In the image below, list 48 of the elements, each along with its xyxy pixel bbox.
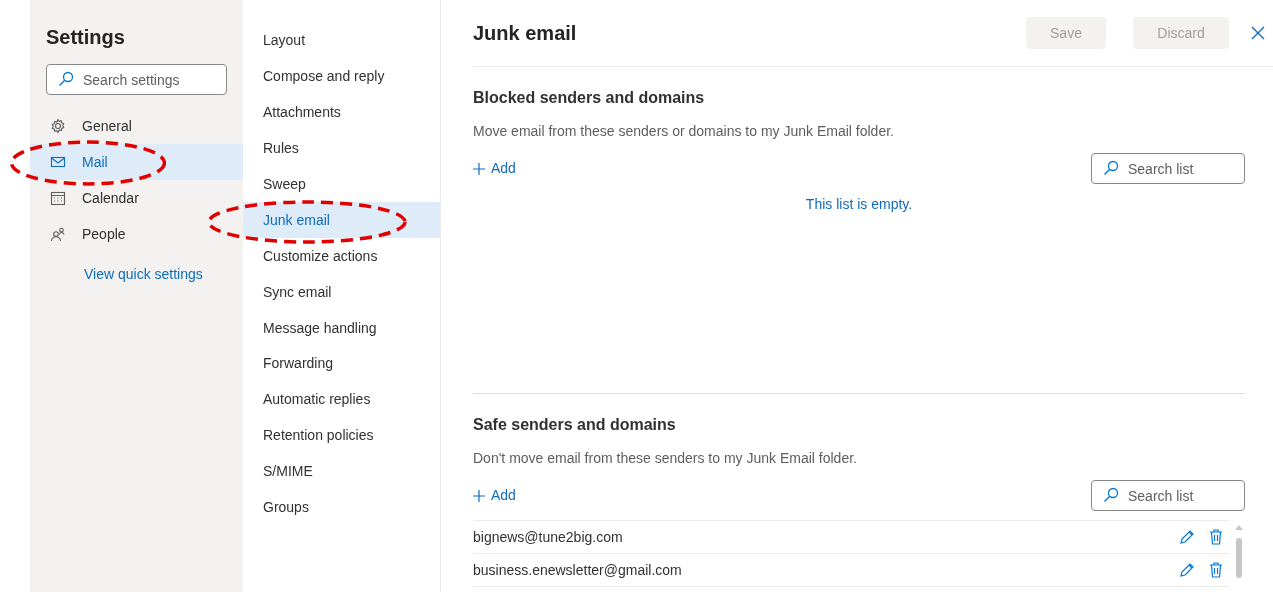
- search-icon: [58, 71, 74, 87]
- sidebar-item[interactable]: Mail: [30, 144, 243, 180]
- gear-icon: [50, 118, 66, 134]
- pencil-icon[interactable]: [1179, 529, 1195, 545]
- mail-settings-item[interactable]: Layout: [243, 23, 440, 59]
- pencil-icon[interactable]: [1179, 562, 1195, 578]
- add-button[interactable]: Add: [473, 485, 516, 506]
- search-list-field[interactable]: Search list: [1091, 153, 1245, 184]
- search-settings-field[interactable]: Search settings: [46, 64, 227, 95]
- scrollbar-thumb[interactable]: [1236, 538, 1242, 578]
- mail-settings-item[interactable]: Retention policies: [243, 417, 440, 454]
- add-button[interactable]: Add: [473, 158, 516, 179]
- mail-settings-item[interactable]: Junk email: [243, 202, 440, 239]
- mail-settings-item[interactable]: S/MIME: [243, 453, 440, 490]
- mail-icon: [50, 154, 66, 170]
- section-description: Don't move email from these senders to my Junk Email folder.: [473, 449, 858, 468]
- plus-icon: [473, 162, 485, 175]
- mail-settings-item[interactable]: Automatic replies: [243, 381, 440, 418]
- calendar-icon: [50, 190, 66, 206]
- close-icon[interactable]: [1251, 26, 1265, 40]
- mail-settings-item[interactable]: Forwarding: [243, 346, 440, 382]
- plus-icon: [473, 489, 485, 502]
- mail-settings-item[interactable]: Sync email: [243, 274, 440, 311]
- trash-icon[interactable]: [1209, 562, 1223, 578]
- mail-settings-item[interactable]: Attachments: [243, 94, 440, 131]
- sidebar-item[interactable]: General: [30, 108, 243, 144]
- sidebar-item[interactable]: Calendar: [30, 180, 243, 216]
- mail-settings-item[interactable]: Rules: [243, 130, 440, 167]
- mail-settings-item[interactable]: Sweep: [243, 166, 440, 203]
- trash-icon[interactable]: [1209, 529, 1223, 545]
- search-icon: [1103, 160, 1119, 176]
- sidebar-item[interactable]: People: [30, 216, 243, 252]
- view-quick-settings-link[interactable]: View quick settings: [84, 264, 243, 285]
- section-title: Blocked senders and domains: [473, 88, 706, 108]
- search-icon: [1103, 487, 1119, 503]
- mail-settings-item[interactable]: Customize actions: [243, 238, 440, 275]
- sender-address: bignews@tune2big.com: [473, 527, 624, 547]
- settings-title: Settings: [45, 25, 126, 50]
- people-icon: [50, 226, 66, 242]
- search-list-field[interactable]: Search list: [1091, 480, 1245, 511]
- empty-list-message: This list is empty.: [804, 195, 914, 214]
- section-description: Move email from these senders or domains to my Junk Email folder.: [473, 122, 895, 141]
- mail-settings-item[interactable]: Groups: [243, 489, 440, 526]
- mail-settings-item[interactable]: Message handling: [243, 310, 440, 346]
- section-title: Safe senders and domains: [473, 415, 677, 435]
- sender-address: business.enewsletter@gmail.com: [473, 560, 683, 580]
- mail-settings-item[interactable]: Compose and reply: [243, 58, 440, 95]
- page-title: Junk email: [473, 21, 578, 46]
